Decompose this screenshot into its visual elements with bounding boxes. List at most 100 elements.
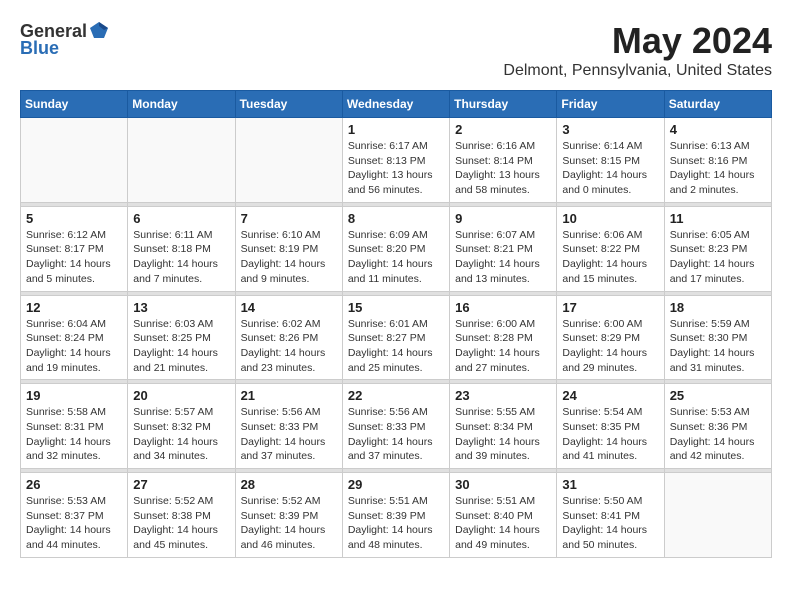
calendar-cell: 11 Sunrise: 6:05 AMSunset: 8:23 PMDayligh… — [664, 206, 771, 291]
calendar-week-row: 5Sunrise: 6:12 AMSunset: 8:17 PMDaylight… — [21, 206, 772, 291]
day-info: Sunrise: 6:14 AMSunset: 8:15 PMDaylight:… — [562, 139, 658, 198]
calendar-cell: 21 Sunrise: 5:56 AMSunset: 8:33 PMDayligh… — [235, 384, 342, 469]
weekday-header-tuesday: Tuesday — [235, 91, 342, 118]
day-number: 12 — [26, 300, 122, 315]
calendar-cell: 31Sunrise: 5:50 AMSunset: 8:41 PMDayligh… — [557, 473, 664, 558]
calendar-cell: 19Sunrise: 5:58 AMSunset: 8:31 PMDayligh… — [21, 384, 128, 469]
calendar-cell: 30Sunrise: 5:51 AMSunset: 8:40 PMDayligh… — [450, 473, 557, 558]
day-number: 29 — [348, 477, 444, 492]
day-info: Sunrise: 6:17 AMSunset: 8:13 PMDaylight:… — [348, 139, 444, 198]
day-number: 18 — [670, 300, 766, 315]
day-info: Sunrise: 6:09 AMSunset: 8:20 PMDaylight:… — [348, 228, 444, 287]
calendar-week-row: 12 Sunrise: 6:04 AMSunset: 8:24 PMDayligh… — [21, 295, 772, 380]
weekday-header-wednesday: Wednesday — [342, 91, 449, 118]
day-info: Sunrise: 6:05 AMSunset: 8:23 PMDaylight:… — [670, 228, 766, 287]
day-info: Sunrise: 6:13 AMSunset: 8:16 PMDaylight:… — [670, 139, 766, 198]
day-number: 19 — [26, 388, 122, 403]
calendar-cell: 20Sunrise: 5:57 AMSunset: 8:32 PMDayligh… — [128, 384, 235, 469]
day-info: Sunrise: 6:03 AMSunset: 8:25 PMDaylight:… — [133, 317, 229, 376]
day-info: Sunrise: 5:52 AMSunset: 8:38 PMDaylight:… — [133, 494, 229, 553]
calendar-cell: 4 Sunrise: 6:13 AMSunset: 8:16 PMDaylight… — [664, 118, 771, 203]
calendar-week-row: 26 Sunrise: 5:53 AMSunset: 8:37 PMDayligh… — [21, 473, 772, 558]
day-number: 7 — [241, 211, 337, 226]
day-info: Sunrise: 6:12 AMSunset: 8:17 PMDaylight:… — [26, 228, 122, 287]
title-area: May 2024 Delmont, Pennsylvania, United S… — [503, 20, 772, 80]
day-number: 21 — [241, 388, 337, 403]
day-number: 2 — [455, 122, 551, 137]
month-year-title: May 2024 — [503, 20, 772, 62]
day-number: 27 — [133, 477, 229, 492]
weekday-header-friday: Friday — [557, 91, 664, 118]
calendar-week-row: 19Sunrise: 5:58 AMSunset: 8:31 PMDayligh… — [21, 384, 772, 469]
day-number: 30 — [455, 477, 551, 492]
calendar-cell: 6 Sunrise: 6:11 AMSunset: 8:18 PMDaylight… — [128, 206, 235, 291]
day-number: 11 — [670, 211, 766, 226]
weekday-header-sunday: Sunday — [21, 91, 128, 118]
calendar-cell: 16 Sunrise: 6:00 AMSunset: 8:28 PMDayligh… — [450, 295, 557, 380]
day-info: Sunrise: 5:53 AMSunset: 8:37 PMDaylight:… — [26, 494, 122, 553]
logo-flag-icon — [88, 20, 110, 42]
day-info: Sunrise: 5:51 AMSunset: 8:39 PMDaylight:… — [348, 494, 444, 553]
calendar-cell: 14 Sunrise: 6:02 AMSunset: 8:26 PMDayligh… — [235, 295, 342, 380]
day-number: 16 — [455, 300, 551, 315]
day-info: Sunrise: 6:00 AMSunset: 8:28 PMDaylight:… — [455, 317, 551, 376]
day-info: Sunrise: 5:56 AMSunset: 8:33 PMDaylight:… — [241, 405, 337, 464]
calendar-cell: 26 Sunrise: 5:53 AMSunset: 8:37 PMDayligh… — [21, 473, 128, 558]
calendar-cell — [664, 473, 771, 558]
day-info: Sunrise: 6:07 AMSunset: 8:21 PMDaylight:… — [455, 228, 551, 287]
day-info: Sunrise: 6:11 AMSunset: 8:18 PMDaylight:… — [133, 228, 229, 287]
day-info: Sunrise: 6:01 AMSunset: 8:27 PMDaylight:… — [348, 317, 444, 376]
calendar-cell: 3 Sunrise: 6:14 AMSunset: 8:15 PMDaylight… — [557, 118, 664, 203]
day-number: 17 — [562, 300, 658, 315]
calendar-cell: 2 Sunrise: 6:16 AMSunset: 8:14 PMDaylight… — [450, 118, 557, 203]
day-info: Sunrise: 5:53 AMSunset: 8:36 PMDaylight:… — [670, 405, 766, 464]
calendar-cell: 15 Sunrise: 6:01 AMSunset: 8:27 PMDayligh… — [342, 295, 449, 380]
calendar-table: SundayMondayTuesdayWednesdayThursdayFrid… — [20, 90, 772, 558]
day-info: Sunrise: 6:16 AMSunset: 8:14 PMDaylight:… — [455, 139, 551, 198]
day-number: 10 — [562, 211, 658, 226]
day-number: 3 — [562, 122, 658, 137]
day-info: Sunrise: 6:02 AMSunset: 8:26 PMDaylight:… — [241, 317, 337, 376]
weekday-header-row: SundayMondayTuesdayWednesdayThursdayFrid… — [21, 91, 772, 118]
calendar-cell: 23 Sunrise: 5:55 AMSunset: 8:34 PMDayligh… — [450, 384, 557, 469]
day-info: Sunrise: 5:59 AMSunset: 8:30 PMDaylight:… — [670, 317, 766, 376]
calendar-cell: 18 Sunrise: 5:59 AMSunset: 8:30 PMDayligh… — [664, 295, 771, 380]
calendar-cell: 22 Sunrise: 5:56 AMSunset: 8:33 PMDayligh… — [342, 384, 449, 469]
calendar-cell: 7 Sunrise: 6:10 AMSunset: 8:19 PMDaylight… — [235, 206, 342, 291]
calendar-cell: 13 Sunrise: 6:03 AMSunset: 8:25 PMDayligh… — [128, 295, 235, 380]
weekday-header-monday: Monday — [128, 91, 235, 118]
day-number: 23 — [455, 388, 551, 403]
calendar-cell: 17 Sunrise: 6:00 AMSunset: 8:29 PMDayligh… — [557, 295, 664, 380]
calendar-week-row: 1Sunrise: 6:17 AMSunset: 8:13 PMDaylight… — [21, 118, 772, 203]
calendar-cell: 8 Sunrise: 6:09 AMSunset: 8:20 PMDaylight… — [342, 206, 449, 291]
day-number: 15 — [348, 300, 444, 315]
calendar-cell: 10 Sunrise: 6:06 AMSunset: 8:22 PMDayligh… — [557, 206, 664, 291]
day-number: 9 — [455, 211, 551, 226]
day-number: 6 — [133, 211, 229, 226]
calendar-cell: 9 Sunrise: 6:07 AMSunset: 8:21 PMDaylight… — [450, 206, 557, 291]
day-info: Sunrise: 6:10 AMSunset: 8:19 PMDaylight:… — [241, 228, 337, 287]
day-number: 13 — [133, 300, 229, 315]
day-number: 26 — [26, 477, 122, 492]
day-number: 28 — [241, 477, 337, 492]
calendar-cell: 25Sunrise: 5:53 AMSunset: 8:36 PMDayligh… — [664, 384, 771, 469]
day-number: 20 — [133, 388, 229, 403]
day-number: 22 — [348, 388, 444, 403]
day-number: 14 — [241, 300, 337, 315]
day-info: Sunrise: 6:06 AMSunset: 8:22 PMDaylight:… — [562, 228, 658, 287]
weekday-header-thursday: Thursday — [450, 91, 557, 118]
calendar-cell: 1Sunrise: 6:17 AMSunset: 8:13 PMDaylight… — [342, 118, 449, 203]
calendar-cell: 5Sunrise: 6:12 AMSunset: 8:17 PMDaylight… — [21, 206, 128, 291]
calendar-cell: 12 Sunrise: 6:04 AMSunset: 8:24 PMDayligh… — [21, 295, 128, 380]
calendar-cell: 28Sunrise: 5:52 AMSunset: 8:39 PMDayligh… — [235, 473, 342, 558]
day-number: 8 — [348, 211, 444, 226]
day-info: Sunrise: 5:56 AMSunset: 8:33 PMDaylight:… — [348, 405, 444, 464]
day-info: Sunrise: 5:55 AMSunset: 8:34 PMDaylight:… — [455, 405, 551, 464]
day-number: 4 — [670, 122, 766, 137]
day-info: Sunrise: 6:00 AMSunset: 8:29 PMDaylight:… — [562, 317, 658, 376]
calendar-cell — [21, 118, 128, 203]
day-number: 24 — [562, 388, 658, 403]
day-info: Sunrise: 6:04 AMSunset: 8:24 PMDaylight:… — [26, 317, 122, 376]
day-info: Sunrise: 5:54 AMSunset: 8:35 PMDaylight:… — [562, 405, 658, 464]
logo: General Blue — [20, 20, 111, 59]
